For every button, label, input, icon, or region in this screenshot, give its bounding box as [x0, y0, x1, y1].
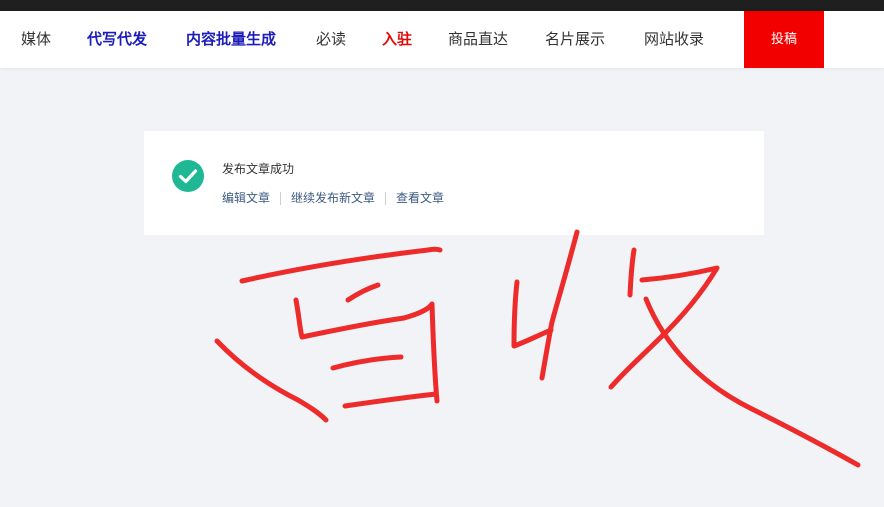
nav-item-media[interactable]: 媒体 [21, 11, 51, 68]
divider [280, 192, 282, 205]
nav-item-batch-generate[interactable]: 内容批量生成 [186, 11, 276, 68]
edit-article-link[interactable]: 编辑文章 [222, 191, 270, 205]
nav-item-join[interactable]: 入驻 [382, 11, 412, 68]
view-article-link[interactable]: 查看文章 [396, 191, 444, 205]
top-strip [0, 0, 884, 11]
nav-item-must-read[interactable]: 必读 [316, 11, 346, 68]
success-message: 发布文章成功 [222, 162, 295, 176]
top-navbar: 媒体 代写代发 内容批量生成 必读 入驻 商品直达 名片展示 网站收录 投稿 [0, 11, 884, 68]
divider [385, 192, 387, 205]
check-circle-icon [172, 160, 204, 192]
nav-item-site-index[interactable]: 网站收录 [644, 11, 704, 68]
publish-success-card: 发布文章成功 编辑文章 继续发布新文章 查看文章 [144, 131, 764, 235]
submit-article-button[interactable]: 投稿 [744, 11, 824, 68]
publish-new-article-link[interactable]: 继续发布新文章 [291, 191, 375, 205]
nav-item-card-display[interactable]: 名片展示 [545, 11, 605, 68]
nav-item-products[interactable]: 商品直达 [448, 11, 508, 68]
result-actions: 编辑文章 继续发布新文章 查看文章 [222, 189, 444, 207]
handwritten-annotation [214, 229, 861, 468]
nav-item-ghostwrite[interactable]: 代写代发 [87, 11, 147, 68]
